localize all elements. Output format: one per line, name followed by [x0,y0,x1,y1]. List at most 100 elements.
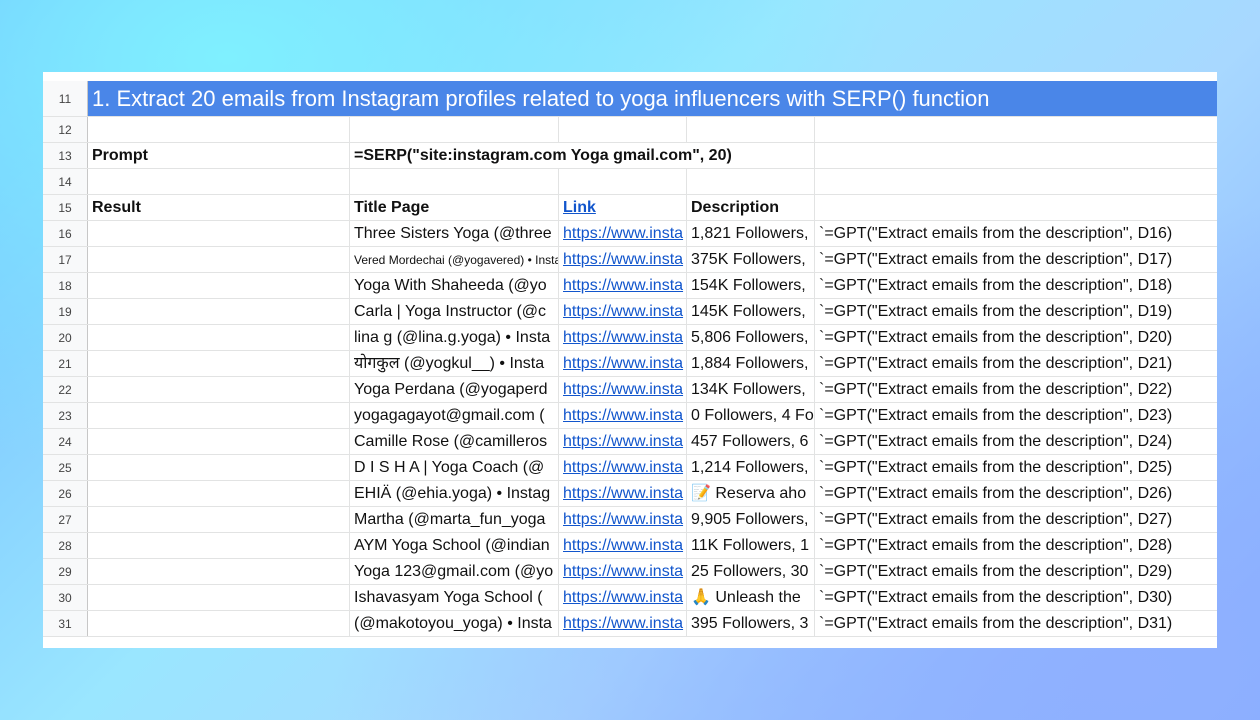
row-number[interactable]: 25 [43,455,88,480]
gpt-formula-cell[interactable]: `=GPT("Extract emails from the descripti… [815,299,1217,324]
title-page-cell[interactable]: Yoga Perdana (@yogaperd [350,377,559,402]
row-number[interactable]: 17 [43,247,88,272]
result-cell[interactable] [88,377,350,402]
result-cell[interactable] [88,533,350,558]
title-page-cell[interactable]: Martha (@marta_fun_yoga [350,507,559,532]
gpt-formula-cell[interactable]: `=GPT("Extract emails from the descripti… [815,247,1217,272]
description-header-cell[interactable]: Description [687,195,815,220]
cell[interactable] [815,143,1217,168]
row-number[interactable]: 11 [43,81,88,116]
row-number[interactable]: 13 [43,143,88,168]
link-cell[interactable]: https://www.insta [559,533,687,558]
link-cell[interactable]: https://www.insta [559,403,687,428]
result-cell[interactable] [88,221,350,246]
cell[interactable] [350,117,559,142]
description-cell[interactable]: 9,905 Followers, [687,507,815,532]
cell[interactable] [88,117,350,142]
title-page-cell[interactable]: Ishavasyam Yoga School ( [350,585,559,610]
cell[interactable] [687,117,815,142]
row-number[interactable]: 23 [43,403,88,428]
result-cell[interactable] [88,299,350,324]
description-cell[interactable]: 1,884 Followers, [687,351,815,376]
row-number[interactable]: 22 [43,377,88,402]
gpt-formula-cell[interactable]: `=GPT("Extract emails from the descripti… [815,273,1217,298]
description-cell[interactable]: 1,821 Followers, [687,221,815,246]
gpt-formula-cell[interactable]: `=GPT("Extract emails from the descripti… [815,221,1217,246]
cell[interactable] [815,169,1217,194]
title-page-cell[interactable]: Three Sisters Yoga (@three [350,221,559,246]
link-cell[interactable]: https://www.insta [559,273,687,298]
gpt-formula-cell[interactable]: `=GPT("Extract emails from the descripti… [815,611,1217,636]
link-cell[interactable]: https://www.insta [559,429,687,454]
gpt-formula-cell[interactable]: `=GPT("Extract emails from the descripti… [815,507,1217,532]
title-page-cell[interactable]: Yoga With Shaheeda (@yo [350,273,559,298]
link-cell[interactable]: https://www.insta [559,299,687,324]
sheet-title-cell[interactable]: 1. Extract 20 emails from Instagram prof… [88,81,1217,116]
result-cell[interactable] [88,611,350,636]
result-cell[interactable] [88,481,350,506]
description-cell[interactable]: 📝 Reserva aho [687,481,815,506]
row-number[interactable]: 14 [43,169,88,194]
description-cell[interactable]: 395 Followers, 3 [687,611,815,636]
link-cell[interactable]: https://www.insta [559,455,687,480]
row-number[interactable]: 15 [43,195,88,220]
gpt-formula-cell[interactable]: `=GPT("Extract emails from the descripti… [815,533,1217,558]
description-cell[interactable]: 134K Followers, [687,377,815,402]
title-page-cell[interactable]: D I S H A | Yoga Coach (@ [350,455,559,480]
gpt-formula-cell[interactable]: `=GPT("Extract emails from the descripti… [815,403,1217,428]
cell[interactable] [88,169,350,194]
title-page-cell[interactable]: AYM Yoga School (@indian [350,533,559,558]
title-page-cell[interactable]: Yoga 123@gmail.com (@yo [350,559,559,584]
cell[interactable] [559,117,687,142]
title-page-header-cell[interactable]: Title Page [350,195,559,220]
result-cell[interactable] [88,559,350,584]
title-page-cell[interactable]: lina g (@lina.g.yoga) • Insta [350,325,559,350]
row-number[interactable]: 12 [43,117,88,142]
link-cell[interactable]: https://www.insta [559,351,687,376]
row-number[interactable]: 24 [43,429,88,454]
title-page-cell[interactable]: (@makotoyou_yoga) • Insta [350,611,559,636]
cell[interactable] [350,169,559,194]
cell[interactable] [687,169,815,194]
description-cell[interactable]: 0 Followers, 4 Fo [687,403,815,428]
link-cell[interactable]: https://www.insta [559,325,687,350]
description-cell[interactable]: 5,806 Followers, [687,325,815,350]
link-cell[interactable]: https://www.insta [559,507,687,532]
prompt-label-cell[interactable]: Prompt [88,143,350,168]
title-page-cell[interactable]: EHIÄ (@ehia.yoga) • Instag [350,481,559,506]
title-page-cell[interactable]: योगकुल (@yogkul__) • Insta [350,351,559,376]
description-cell[interactable]: 457 Followers, 6 [687,429,815,454]
result-cell[interactable] [88,429,350,454]
gpt-formula-cell[interactable]: `=GPT("Extract emails from the descripti… [815,455,1217,480]
gpt-formula-cell[interactable]: `=GPT("Extract emails from the descripti… [815,429,1217,454]
title-page-cell[interactable]: Camille Rose (@camilleros [350,429,559,454]
gpt-formula-cell[interactable]: `=GPT("Extract emails from the descripti… [815,559,1217,584]
gpt-formula-cell[interactable]: `=GPT("Extract emails from the descripti… [815,585,1217,610]
link-cell[interactable]: https://www.insta [559,585,687,610]
row-number[interactable]: 31 [43,611,88,636]
cell[interactable] [815,117,1217,142]
title-page-cell[interactable]: Carla | Yoga Instructor (@c [350,299,559,324]
link-cell[interactable]: https://www.insta [559,221,687,246]
description-cell[interactable]: 11K Followers, 1 [687,533,815,558]
result-cell[interactable] [88,247,350,272]
row-number[interactable]: 26 [43,481,88,506]
gpt-formula-cell[interactable]: `=GPT("Extract emails from the descripti… [815,377,1217,402]
result-cell[interactable] [88,325,350,350]
description-cell[interactable]: 145K Followers, [687,299,815,324]
result-cell[interactable] [88,507,350,532]
cell[interactable] [559,169,687,194]
serp-formula-cell[interactable]: =SERP("site:instagram.com Yoga gmail.com… [350,143,815,168]
row-number[interactable]: 20 [43,325,88,350]
link-header-cell[interactable]: Link [559,195,687,220]
gpt-formula-cell[interactable]: `=GPT("Extract emails from the descripti… [815,481,1217,506]
title-page-cell[interactable]: Vered Mordechai (@yogavered) • Insta [350,247,559,272]
row-number[interactable]: 29 [43,559,88,584]
link-cell[interactable]: https://www.insta [559,611,687,636]
gpt-formula-cell[interactable]: `=GPT("Extract emails from the descripti… [815,325,1217,350]
description-cell[interactable]: 375K Followers, [687,247,815,272]
description-cell[interactable]: 25 Followers, 30 [687,559,815,584]
result-cell[interactable] [88,455,350,480]
title-page-cell[interactable]: yogagagayot@gmail.com ( [350,403,559,428]
row-number[interactable]: 28 [43,533,88,558]
